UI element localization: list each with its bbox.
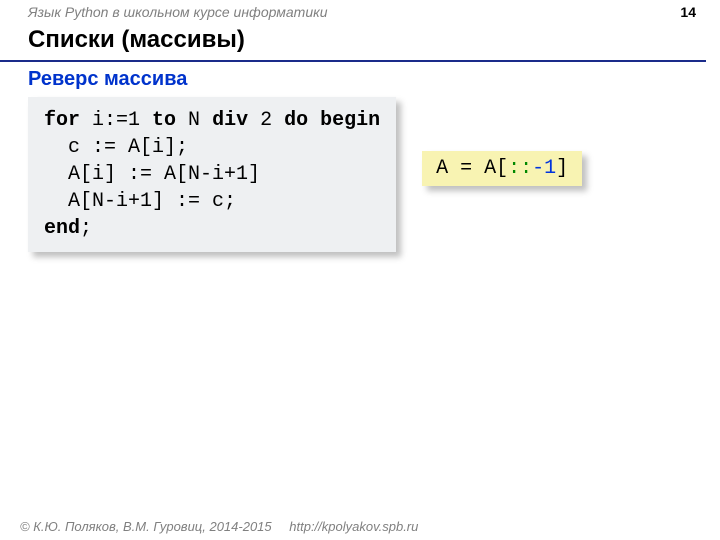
slide-subtitle: Реверс массива	[0, 62, 720, 97]
python-code-box: A = A[::-1]	[422, 151, 582, 186]
pascal-line-3: A[i] := A[N-i+1]	[44, 161, 380, 188]
slide-title: Списки (массивы)	[0, 22, 706, 62]
pascal-line-5: end;	[44, 215, 380, 242]
content-row: for i:=1 to N div 2 do begin c := A[i]; …	[0, 97, 720, 252]
slide-footer: © К.Ю. Поляков, В.М. Гуровиц, 2014-2015 …	[20, 519, 418, 534]
pascal-line-1: for i:=1 to N div 2 do begin	[44, 107, 380, 134]
pascal-line-2: c := A[i];	[44, 134, 380, 161]
slide-header: Язык Python в школьном курсе информатики…	[0, 0, 720, 22]
copyright-text: © К.Ю. Поляков, В.М. Гуровиц, 2014-2015	[20, 519, 272, 534]
page-number: 14	[680, 4, 696, 20]
footer-url: http://kpolyakov.spb.ru	[289, 519, 418, 534]
course-title: Язык Python в школьном курсе информатики	[28, 4, 328, 20]
pascal-line-4: A[N-i+1] := c;	[44, 188, 380, 215]
pascal-code-box: for i:=1 to N div 2 do begin c := A[i]; …	[28, 97, 396, 252]
